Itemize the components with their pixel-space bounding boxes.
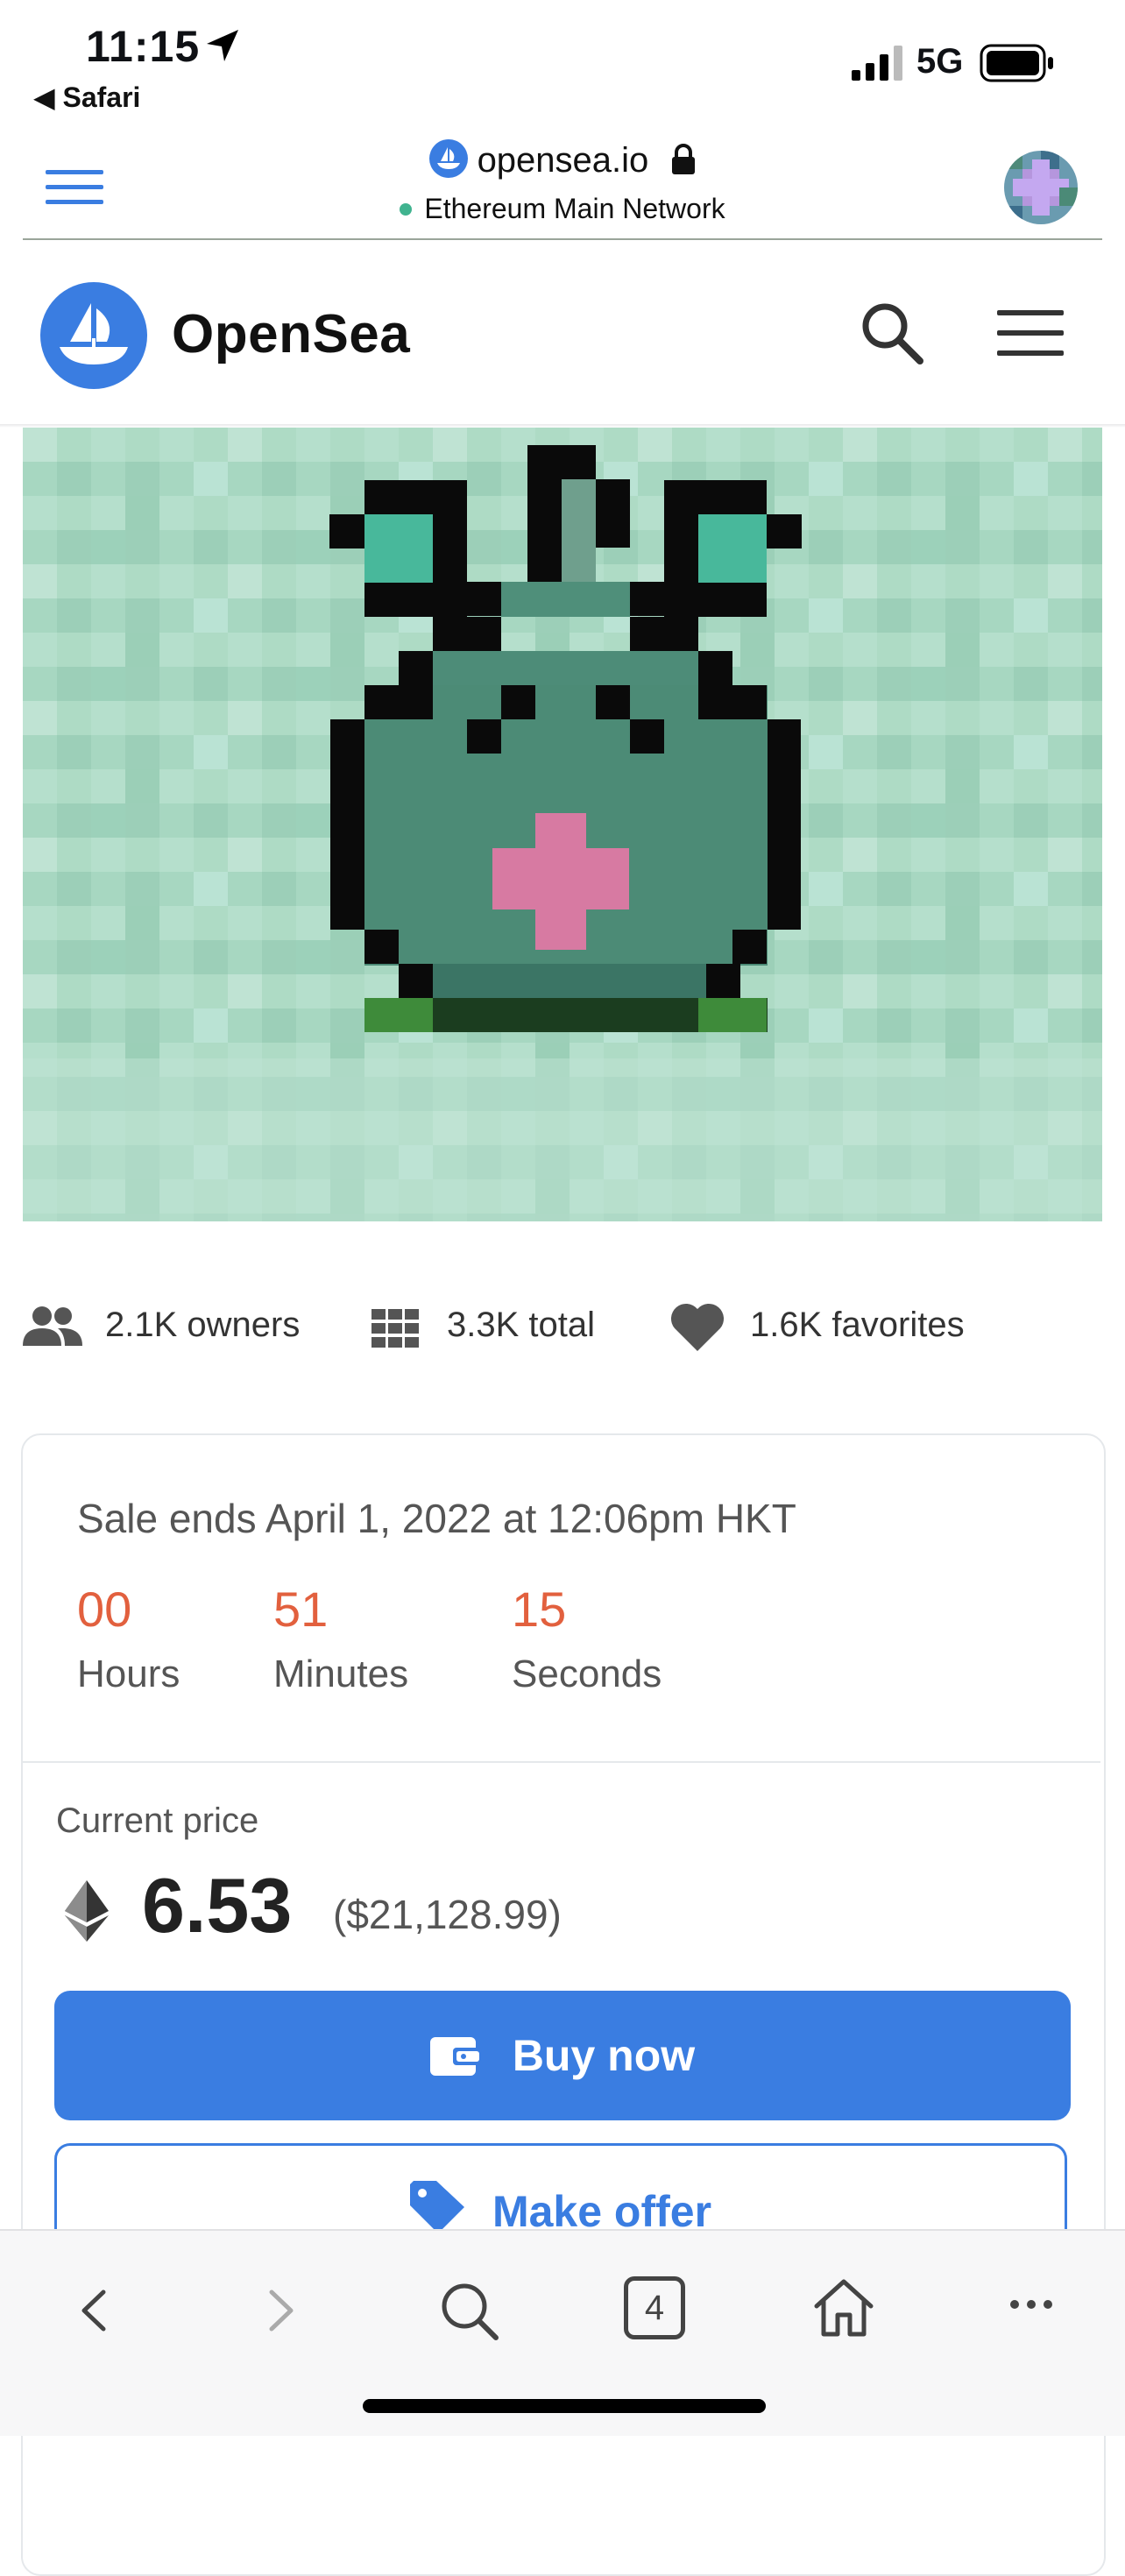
more-options-icon[interactable]	[1009, 2296, 1053, 2313]
total-count[interactable]: 3.3K total	[447, 1306, 595, 1345]
hamburger-menu-icon[interactable]	[997, 308, 1064, 357]
buy-now-label: Buy now	[512, 2031, 696, 2080]
countdown-minutes: 51	[273, 1582, 329, 1637]
back-to-app-link[interactable]: ◀ Safari	[33, 81, 140, 114]
network-status-dot	[400, 203, 413, 216]
opensea-logo-icon[interactable]	[40, 282, 147, 389]
url-domain-text: opensea.io	[477, 141, 649, 180]
countdown-seconds-label: Seconds	[512, 1652, 662, 1695]
url-domain[interactable]: opensea.io	[0, 138, 1125, 180]
wallet-icon	[429, 2037, 481, 2076]
tag-icon	[409, 2181, 464, 2233]
grid-total-icon	[371, 1309, 419, 1348]
current-price-label: Current price	[56, 1801, 259, 1840]
buy-now-button[interactable]: Buy now	[54, 1991, 1071, 2120]
network-indicator: Ethereum Main Network	[0, 193, 1125, 225]
ethereum-icon	[65, 1880, 109, 1942]
countdown-hours: 00	[77, 1582, 132, 1637]
heart-icon[interactable]	[669, 1300, 725, 1353]
price-eth: 6.53	[142, 1862, 293, 1949]
forward-chevron-icon[interactable]	[263, 2289, 298, 2332]
account-avatar[interactable]	[1004, 151, 1078, 224]
toolbar-search-icon[interactable]	[440, 2282, 499, 2341]
price-usd: ($21,128.99)	[333, 1892, 562, 1937]
card-divider	[23, 1761, 1100, 1763]
owners-icon	[23, 1306, 82, 1346]
nft-pixel-art	[23, 428, 1102, 1221]
countdown-seconds: 15	[512, 1582, 567, 1637]
sale-ends-text: Sale ends April 1, 2022 at 12:06pm HKT	[77, 1496, 796, 1541]
home-icon[interactable]	[813, 2276, 874, 2338]
nft-image[interactable]	[23, 428, 1102, 1221]
tabs-count: 4	[644, 2288, 665, 2327]
favorites-count[interactable]: 1.6K favorites	[750, 1306, 965, 1345]
network-name: Ethereum Main Network	[424, 193, 725, 224]
signal-bars-icon	[852, 46, 902, 81]
browser-bar-divider	[23, 238, 1102, 240]
battery-icon	[980, 44, 1053, 82]
lock-icon	[672, 144, 696, 174]
opensea-favicon-icon	[428, 139, 468, 178]
owners-count[interactable]: 2.1K owners	[105, 1306, 300, 1345]
back-triangle-icon: ◀	[33, 81, 63, 113]
status-time: 11:15	[86, 22, 201, 71]
home-indicator[interactable]	[363, 2399, 766, 2413]
location-arrow-icon	[207, 30, 238, 61]
network-type: 5G	[916, 42, 964, 81]
tabs-button[interactable]: 4	[624, 2276, 685, 2339]
back-app-label: Safari	[62, 81, 141, 113]
brand-name: OpenSea	[172, 304, 411, 364]
countdown-minutes-label: Minutes	[273, 1652, 409, 1695]
back-chevron-icon[interactable]	[77, 2289, 112, 2332]
countdown-hours-label: Hours	[77, 1652, 180, 1695]
search-icon[interactable]	[859, 300, 925, 366]
